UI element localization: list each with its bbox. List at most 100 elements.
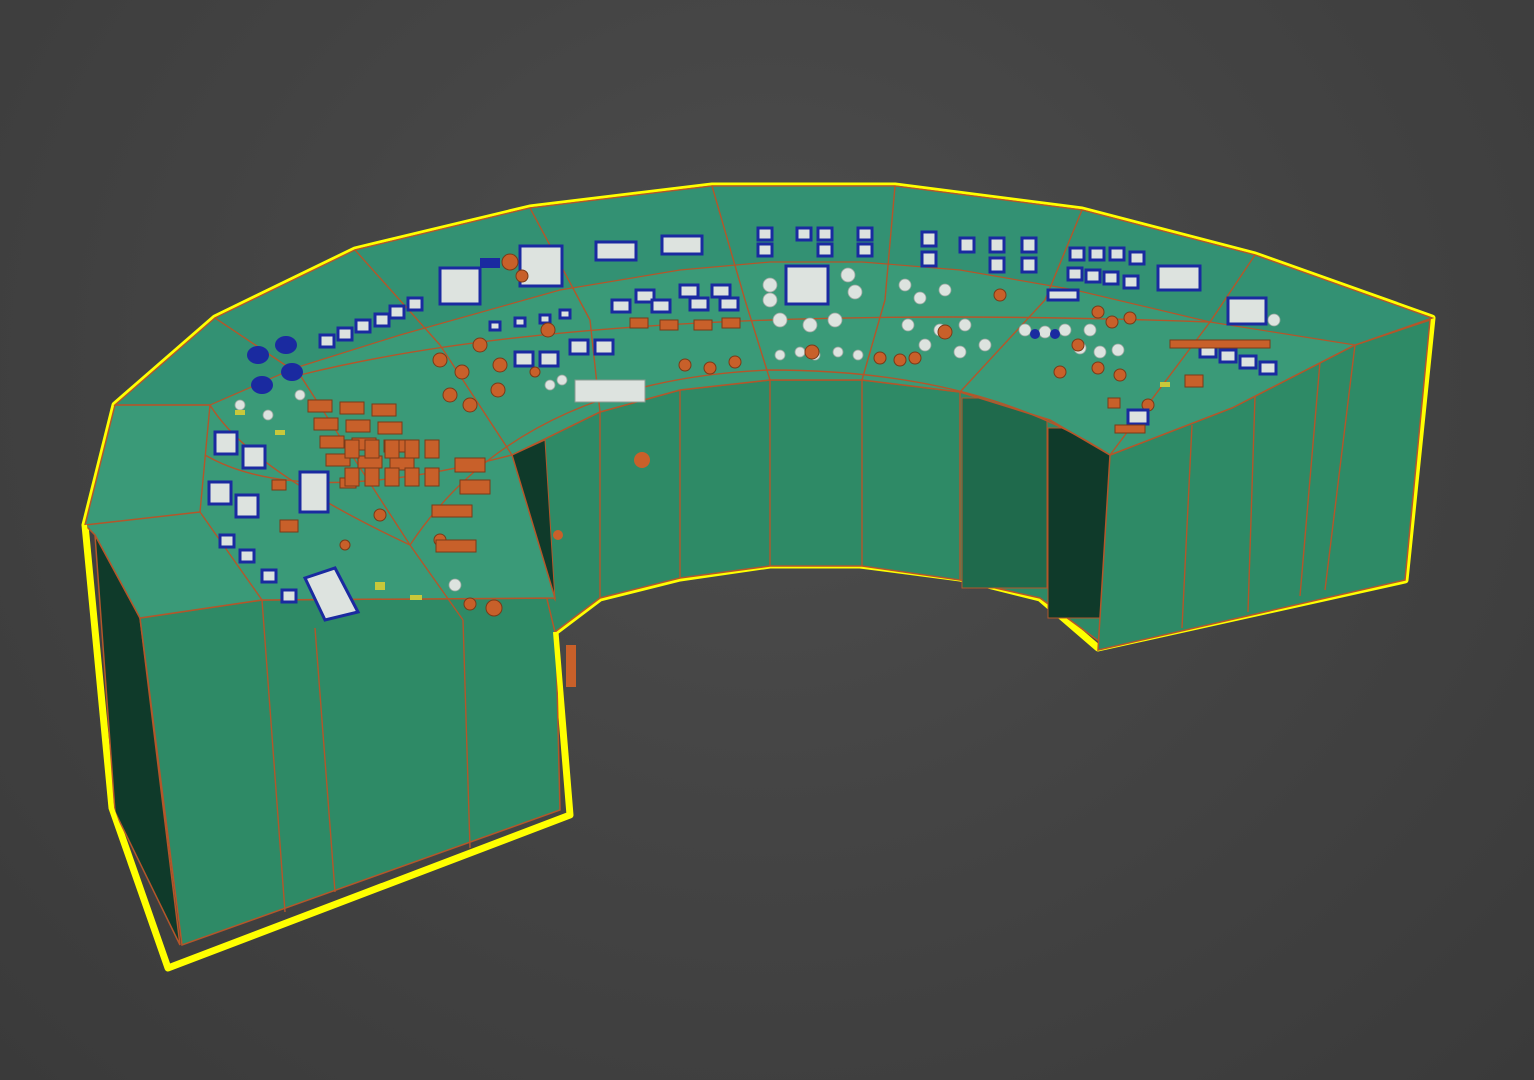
display-screen[interactable] [1128,250,1146,266]
display-screen[interactable] [816,226,834,242]
switch-button[interactable] [693,319,713,331]
control-knob[interactable] [993,288,1007,302]
control-knob[interactable] [1091,361,1105,375]
display-screen[interactable] [958,236,976,254]
control-knob[interactable] [515,269,529,283]
switch-button[interactable] [454,457,486,473]
switch-button[interactable] [404,467,420,487]
display-screen[interactable] [1068,246,1086,262]
indicator-lamp[interactable] [762,277,778,293]
switch-button[interactable] [384,439,400,459]
indicator-lamp[interactable] [827,312,843,328]
control-knob[interactable] [432,352,448,368]
display-screen[interactable] [1258,360,1278,376]
display-screen[interactable] [988,256,1006,274]
switch-button[interactable] [345,419,371,433]
display-screen[interactable] [280,588,298,604]
display-screen[interactable] [1084,268,1102,284]
cabinet-door-open[interactable] [1047,427,1111,619]
indicator-lamp[interactable] [772,312,788,328]
indicator-lamp[interactable] [978,338,992,352]
display-screen[interactable] [593,338,615,356]
indicator-lamp[interactable] [852,349,864,361]
switch-button[interactable] [459,479,491,495]
indicator-lamp[interactable] [840,267,856,283]
display-screen[interactable] [213,430,239,456]
indicator-lamp[interactable] [556,374,568,386]
gauge-dial[interactable] [281,363,303,381]
control-knob[interactable] [472,337,488,353]
display-screen[interactable] [336,326,354,342]
display-screen[interactable] [856,226,874,242]
indicator-lamp[interactable] [1058,323,1072,337]
display-screen[interactable] [538,350,560,368]
control-knob[interactable] [339,539,351,551]
switch-button[interactable] [629,317,649,329]
control-knob[interactable] [873,351,887,365]
control-knob[interactable] [490,382,506,398]
label-plate[interactable] [574,379,646,403]
indicator-lamp[interactable] [262,409,274,421]
switch-button[interactable] [344,439,360,459]
control-knob[interactable] [454,364,470,380]
display-screen[interactable] [650,298,672,314]
display-screen[interactable] [1122,274,1140,290]
switch-button[interactable] [1184,374,1204,388]
switch-button[interactable] [424,467,440,487]
control-knob[interactable] [501,253,519,271]
display-screen[interactable] [610,298,632,314]
display-screen[interactable] [488,320,502,332]
indicator-lamp[interactable] [234,399,246,411]
display-screen[interactable] [1088,246,1106,262]
3d-viewport[interactable] [0,0,1534,1080]
control-knob[interactable] [442,387,458,403]
display-screen[interactable] [207,480,233,506]
display-screen[interactable] [1218,348,1238,364]
meter-bar[interactable] [480,258,500,268]
indicator-lamp[interactable] [448,578,462,592]
control-knob[interactable] [540,322,556,338]
indicator-lamp[interactable] [544,379,556,391]
switch-button[interactable] [279,519,299,533]
display-screen[interactable] [1066,266,1084,282]
display-screen[interactable] [234,493,260,519]
display-screen[interactable] [784,264,830,306]
control-knob[interactable] [1091,305,1105,319]
display-screen[interactable] [795,226,813,242]
display-screen[interactable] [568,338,590,356]
display-screen[interactable] [354,318,372,334]
control-knob[interactable] [373,508,387,522]
display-screen[interactable] [688,296,710,312]
control-knob[interactable] [728,355,742,369]
display-screen[interactable] [538,313,552,325]
switch-button[interactable] [307,399,333,413]
control-knob[interactable] [804,344,820,360]
indicator-lamp[interactable] [913,291,927,305]
control-knob[interactable] [1105,315,1119,329]
display-screen[interactable] [660,234,704,256]
control-knob[interactable] [893,353,907,367]
display-screen[interactable] [260,568,278,584]
status-light[interactable] [375,582,385,590]
switch-button[interactable] [313,417,339,431]
control-knob[interactable] [529,366,541,378]
indicator-lamp[interactable] [1083,323,1097,337]
control-knob[interactable] [937,324,953,340]
indicator-lamp[interactable] [847,284,863,300]
display-screen[interactable] [594,240,638,262]
switch-button[interactable] [384,467,400,487]
switch-button[interactable] [1107,397,1121,409]
control-knob[interactable] [1053,365,1067,379]
indicator-lamp[interactable] [1050,329,1060,339]
switch-button[interactable] [344,467,360,487]
indicator-lamp[interactable] [938,283,952,297]
switch-button[interactable] [364,439,380,459]
control-knob[interactable] [1071,338,1085,352]
display-screen[interactable] [318,333,336,349]
indicator-lamp[interactable] [918,338,932,352]
display-screen[interactable] [920,230,938,248]
display-screen[interactable] [718,296,740,312]
switch-button[interactable] [424,439,440,459]
display-screen[interactable] [513,350,535,368]
indicator-lamp[interactable] [1111,343,1125,357]
